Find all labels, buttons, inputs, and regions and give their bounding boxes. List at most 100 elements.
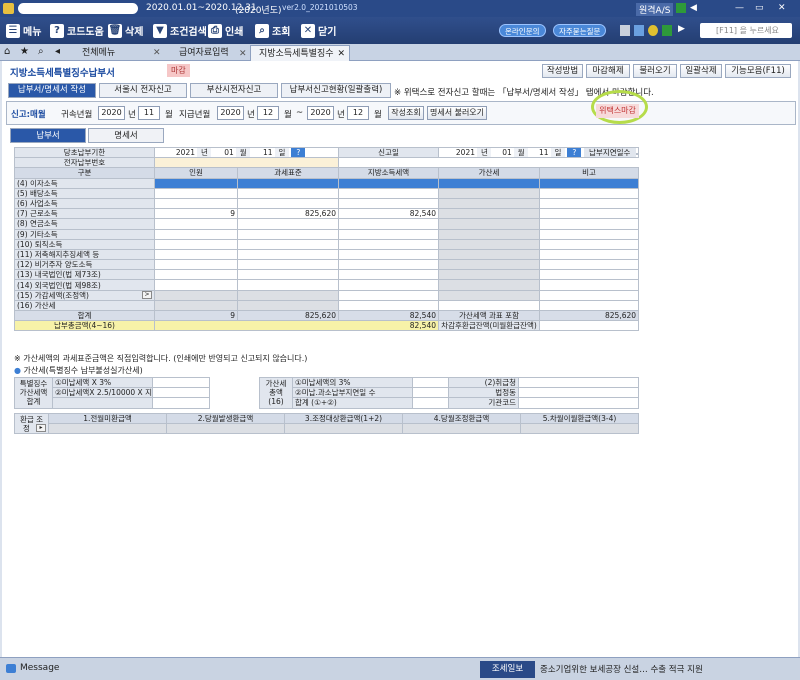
remarks-cell[interactable] (538, 218, 640, 230)
people-cell[interactable] (154, 197, 238, 210)
subtab-status[interactable]: 납부서신고현황(일괄출력) (281, 83, 391, 98)
pay-from-month-select[interactable]: 12 (257, 106, 279, 120)
local-tax-cell[interactable] (338, 177, 439, 189)
excel-export-icon[interactable] (662, 25, 672, 36)
subtab-busan[interactable]: 부산시전자신고 (190, 83, 278, 98)
local-tax-cell[interactable] (338, 259, 439, 271)
write-query-button[interactable]: 작성조회 (388, 106, 424, 120)
penalty-cell[interactable] (438, 238, 540, 250)
close-tab-icon[interactable]: ✕ (337, 46, 345, 62)
people-cell[interactable] (154, 279, 238, 291)
tab-all-menu[interactable]: 전체메뉴 (68, 45, 158, 61)
local-tax-cell[interactable] (338, 187, 439, 199)
penalty-cell[interactable] (438, 279, 540, 291)
people-cell[interactable] (154, 289, 238, 301)
minimize-icon[interactable]: — (735, 3, 744, 13)
people-cell[interactable] (154, 218, 238, 230)
home-icon[interactable]: ⌂ (4, 46, 10, 57)
close-button[interactable]: ✕ 닫기 (301, 22, 336, 39)
delay-days-input[interactable] (635, 153, 638, 156)
subtab-seoul[interactable]: 서울시 전자신고 (99, 83, 187, 98)
prev-icon[interactable]: ◀ (690, 3, 697, 13)
attr-year-input[interactable]: 2020 (98, 106, 125, 120)
tab-statement[interactable]: 명세서 (88, 128, 164, 143)
local-tax-cell[interactable] (338, 228, 439, 240)
people-cell[interactable] (154, 269, 238, 281)
tab-menu-icon[interactable]: ◂ (55, 46, 60, 57)
remarks-cell[interactable] (538, 269, 640, 281)
remarks-cell[interactable] (538, 197, 640, 210)
refund-val-1[interactable] (48, 423, 167, 435)
local-tax-cell[interactable] (338, 238, 439, 250)
close-tab-icon[interactable]: ✕ (239, 46, 247, 62)
tax-base-cell[interactable]: 825,620 (237, 208, 339, 220)
maximize-icon[interactable]: ▭ (755, 3, 764, 13)
penalty-row1-input[interactable] (152, 376, 210, 389)
tax-base-cell[interactable] (237, 197, 339, 210)
penalty-cell[interactable] (438, 197, 540, 210)
people-cell[interactable] (154, 248, 238, 261)
memo-icon[interactable] (648, 25, 658, 36)
penalty-cell[interactable] (438, 187, 540, 199)
remarks-cell[interactable] (538, 177, 640, 189)
org-code-input[interactable] (518, 397, 639, 409)
tax-base-cell[interactable] (237, 238, 339, 250)
remarks-cell[interactable] (538, 238, 640, 250)
remarks-cell[interactable] (538, 228, 640, 240)
penalty-cell[interactable] (438, 177, 540, 189)
penalty-cell[interactable] (438, 208, 540, 220)
tax-base-cell[interactable] (237, 248, 339, 261)
remarks-cell[interactable] (538, 248, 640, 261)
close-tab-icon[interactable]: ✕ (153, 45, 161, 61)
search-input[interactable]: [F11] 을 누르세요 (700, 23, 792, 38)
remarks-cell[interactable] (538, 299, 640, 312)
tax-base-cell[interactable] (237, 228, 339, 240)
load-button[interactable]: 불러오기 (633, 64, 677, 78)
pay-from-year-input[interactable]: 2020 (217, 106, 244, 120)
refund-val-2[interactable] (166, 423, 285, 435)
unclose-button[interactable]: 마감해제 (586, 64, 630, 78)
search-tab-icon[interactable]: ⌕ (38, 46, 44, 57)
tax-base-cell[interactable] (237, 279, 339, 291)
unpaid-3pct-input[interactable] (412, 376, 449, 389)
calendar-icon[interactable] (634, 25, 644, 36)
penalty-cell[interactable] (438, 299, 540, 312)
code-help-button[interactable]: ? 코드도움 (50, 22, 104, 39)
tab-salary-input[interactable]: ✕ 급여자료입력 (153, 45, 250, 61)
penalty-row2-input[interactable] (152, 387, 210, 399)
tab-payment-slip[interactable]: 납부서 (10, 128, 86, 143)
delay-days-count-input[interactable] (412, 387, 449, 399)
tab-local-tax[interactable]: ✕ 지방소득세특별징수 ✕ (239, 45, 350, 62)
tax-base-cell[interactable] (237, 269, 339, 281)
wetax-close-button[interactable]: 위택스마감 (596, 104, 639, 118)
calc-icon[interactable] (620, 25, 630, 36)
tax-base-cell[interactable] (237, 259, 339, 271)
local-tax-cell[interactable] (338, 218, 439, 230)
penalty-cell[interactable] (438, 228, 540, 240)
pay-to-year-input[interactable]: 2020 (307, 106, 334, 120)
remarks-cell[interactable] (538, 289, 640, 301)
legal-dong-input[interactable] (518, 387, 639, 399)
forward-icon[interactable]: ▶ (678, 24, 685, 34)
expand-button[interactable]: ▸ (36, 423, 46, 432)
local-tax-cell[interactable] (338, 279, 439, 291)
report-date-picker-button[interactable]: ? (567, 148, 582, 157)
local-tax-cell[interactable] (338, 197, 439, 210)
people-cell[interactable] (154, 299, 238, 312)
faq-button[interactable]: 자주묻는질문 (553, 24, 607, 37)
tax-base-cell[interactable] (237, 289, 339, 301)
remarks-cell[interactable] (538, 208, 640, 220)
subtab-write[interactable]: 납부서/명세서 작성 (8, 83, 96, 98)
refund-balance-value[interactable] (538, 320, 640, 332)
filter-button[interactable]: ▼ 조건검색 (153, 22, 207, 39)
people-cell[interactable] (154, 177, 238, 189)
pay-to-month-select[interactable]: 12 (347, 106, 369, 120)
remote-as-button[interactable]: 원격A/S (636, 3, 674, 16)
penalty-cell[interactable] (438, 259, 540, 271)
people-cell[interactable] (154, 187, 238, 199)
remarks-cell[interactable] (538, 279, 640, 291)
online-inquiry-button[interactable]: 온라인문의 (499, 24, 546, 37)
due-date-field[interactable]: 2021 년 01 월 11 일 ? (154, 146, 339, 159)
handling-office-input[interactable] (518, 376, 639, 389)
local-tax-cell[interactable] (338, 248, 439, 261)
